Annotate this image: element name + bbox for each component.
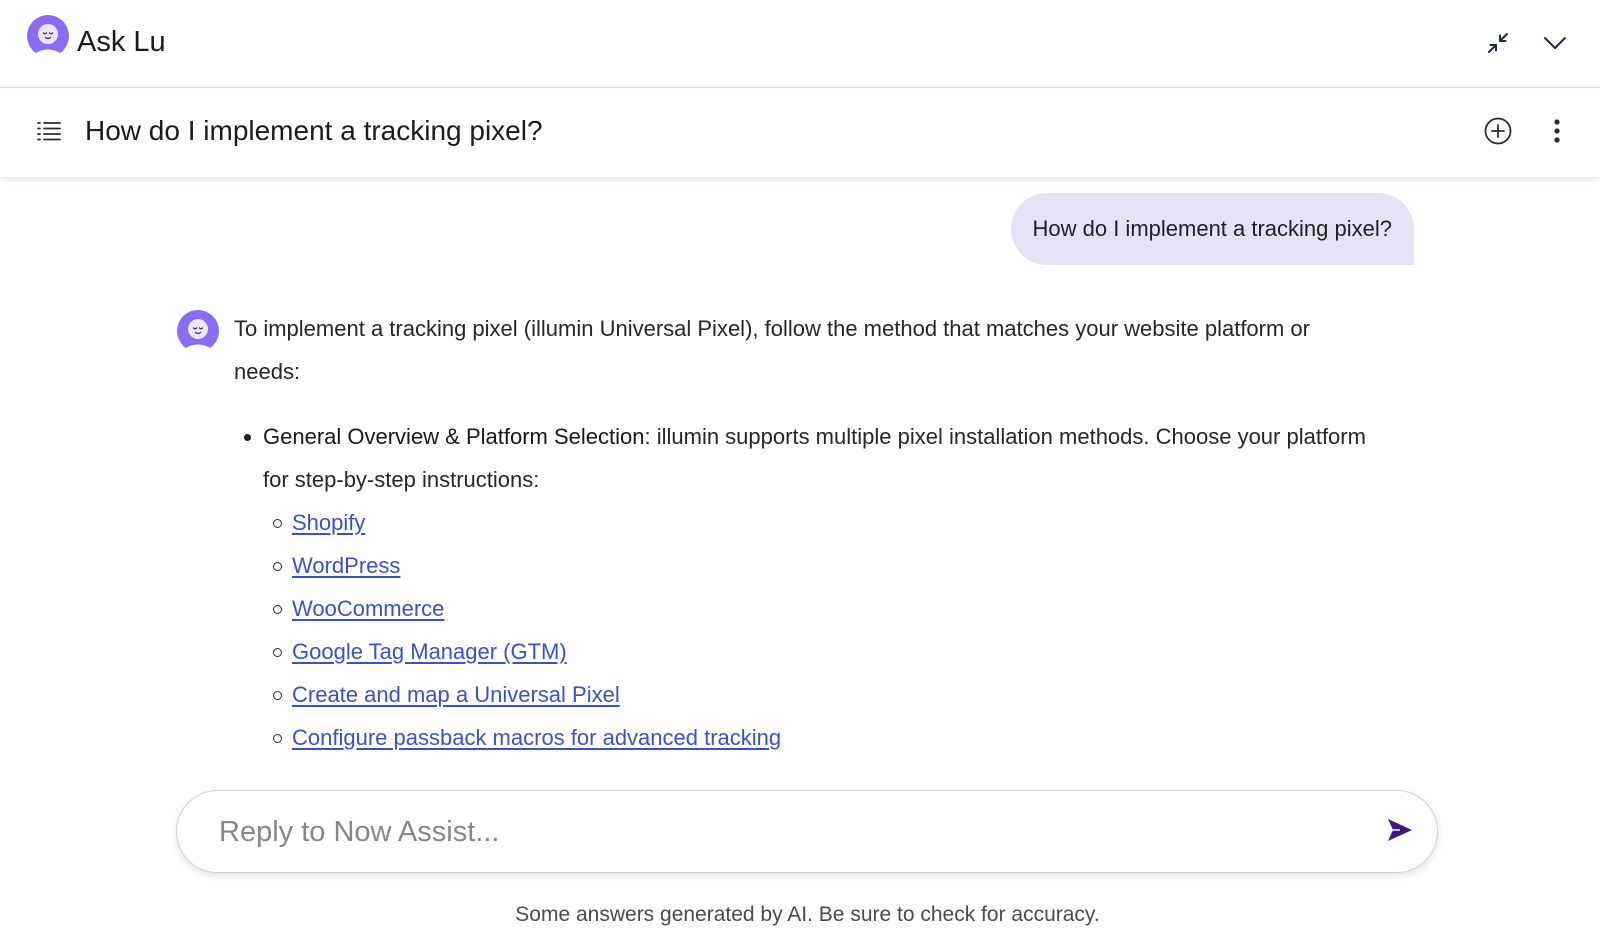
lu-avatar-icon: [26, 15, 70, 59]
list-item: WordPress: [263, 544, 1374, 587]
conversation-title: How do I implement a tracking pixel?: [85, 115, 543, 146]
list-item: Google Tag Manager (GTM): [263, 630, 1374, 673]
bullet-heading: General Overview & Platform Selection: [263, 424, 645, 449]
reply-input[interactable]: [219, 809, 1339, 855]
send-button[interactable]: [1383, 815, 1417, 849]
user-message-text: How do I implement a tracking pixel?: [1032, 216, 1393, 241]
link-wordpress[interactable]: WordPress: [292, 553, 400, 578]
collapse-panel-button[interactable]: [1540, 30, 1570, 60]
chat-transcript[interactable]: How do I implement a tracking pixel? To …: [0, 177, 1600, 777]
ai-disclaimer: Some answers generated by AI. Be sure to…: [515, 903, 1100, 926]
platform-links-list: Shopify WordPress WooCommerce Google Tag…: [263, 501, 1374, 759]
link-shopify[interactable]: Shopify: [292, 510, 365, 535]
assistant-avatar-icon: [176, 310, 220, 354]
link-google-tag-manager[interactable]: Google Tag Manager (GTM): [292, 639, 567, 664]
assistant-intro-text: To implement a tracking pixel (illumin U…: [234, 316, 1310, 384]
list-item: General Overview & Platform Selection: i…: [234, 415, 1374, 759]
chevron-down-icon: [1542, 30, 1568, 61]
list-item: Configure passback macros for advanced t…: [263, 716, 1374, 759]
new-conversation-button[interactable]: [1481, 116, 1515, 150]
minimize-button[interactable]: [1483, 30, 1513, 60]
assistant-message: To implement a tracking pixel (illumin U…: [234, 307, 1374, 759]
list-menu-icon: [36, 120, 62, 147]
conversation-list-button[interactable]: [33, 117, 65, 149]
minimize-icon: [1485, 30, 1511, 61]
assistant-bullet-list: General Overview & Platform Selection: i…: [234, 415, 1374, 759]
send-icon: [1386, 817, 1414, 848]
link-universal-pixel[interactable]: Create and map a Universal Pixel: [292, 682, 620, 707]
list-item: Shopify: [263, 501, 1374, 544]
reply-composer: [176, 790, 1438, 873]
user-message-bubble: How do I implement a tracking pixel?: [1010, 193, 1414, 265]
list-item: Create and map a Universal Pixel: [263, 673, 1374, 716]
app-title: Ask Lu: [77, 26, 166, 58]
list-item: WooCommerce: [263, 587, 1374, 630]
more-vertical-icon: [1552, 118, 1562, 149]
top-bar: Ask Lu: [0, 0, 1600, 88]
conversation-header: How do I implement a tracking pixel?: [0, 89, 1600, 177]
more-options-button[interactable]: [1540, 116, 1574, 150]
link-woocommerce[interactable]: WooCommerce: [292, 596, 444, 621]
plus-circle-icon: [1483, 116, 1513, 151]
link-passback-macros[interactable]: Configure passback macros for advanced t…: [292, 725, 781, 750]
